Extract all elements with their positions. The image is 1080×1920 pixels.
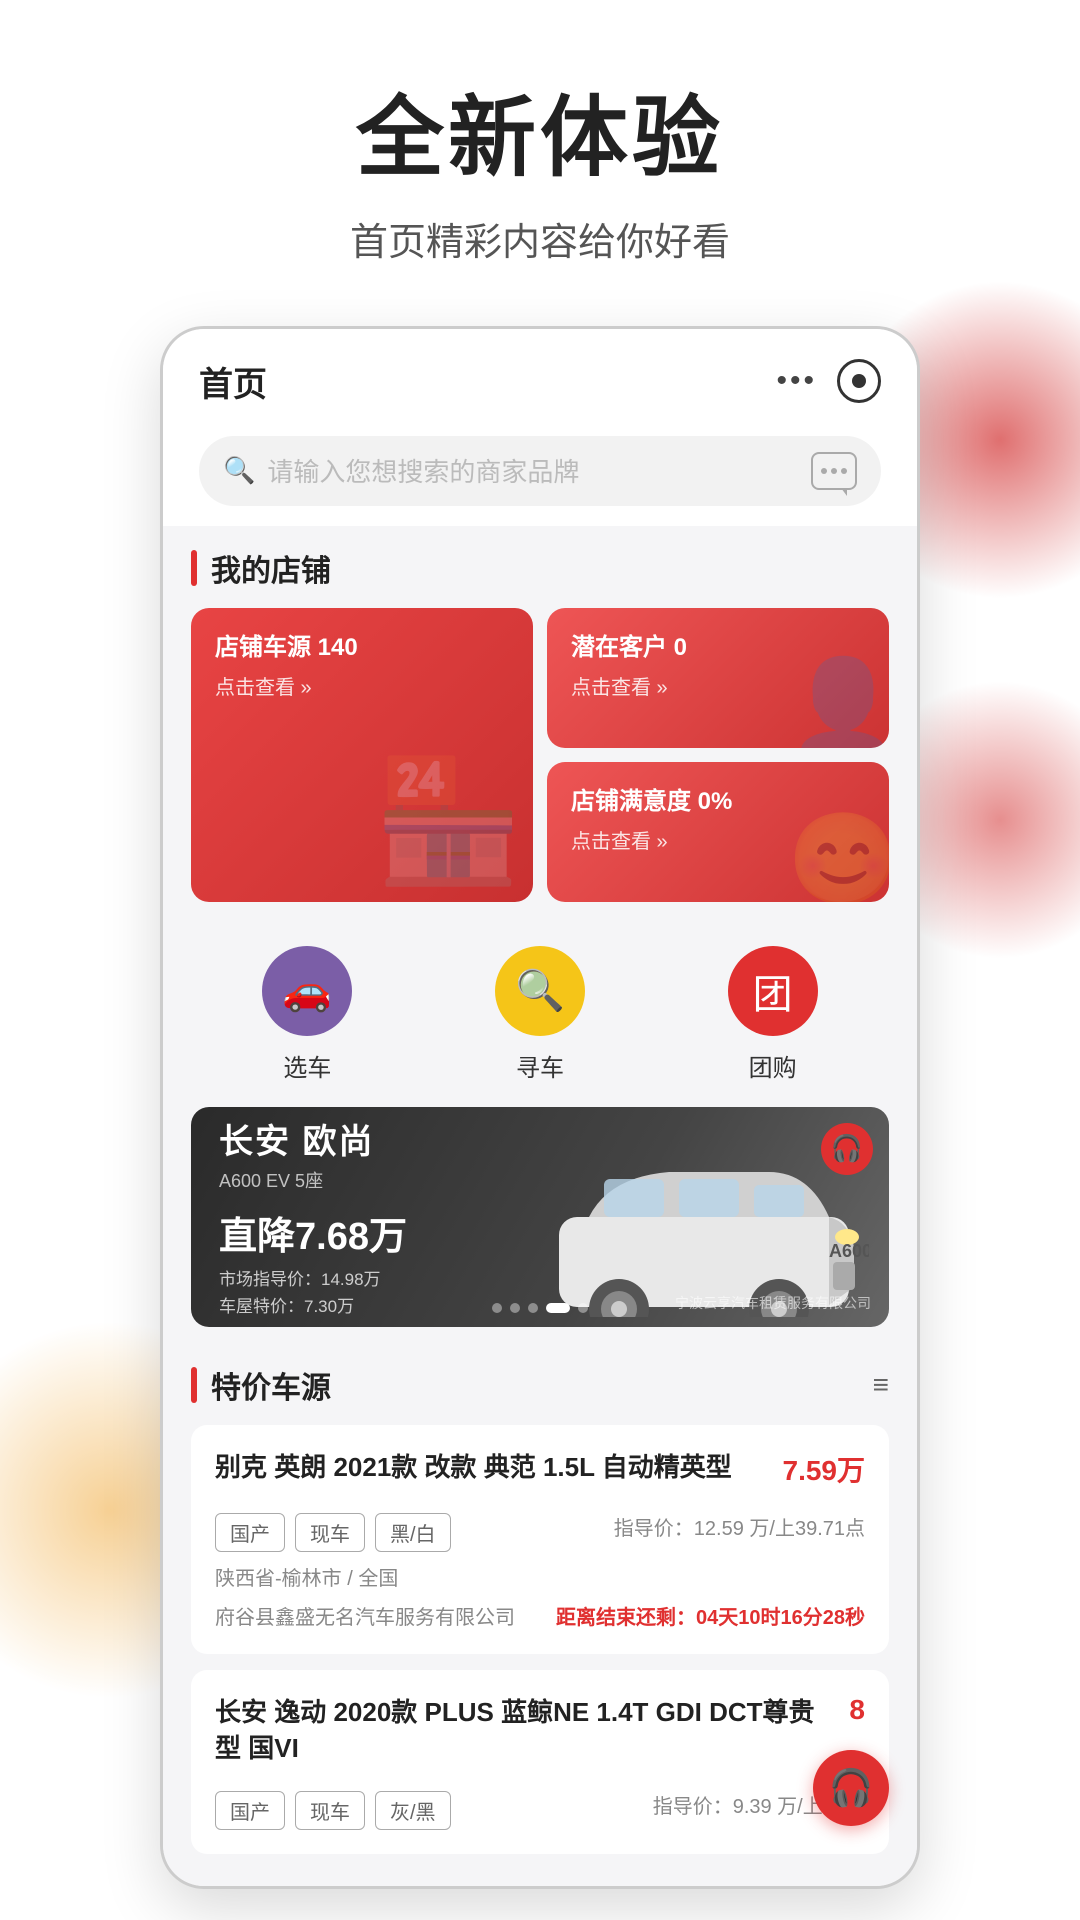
hero-title: 全新体验 <box>40 90 1040 187</box>
banner-model: A600 EV 5座 <box>219 1167 407 1193</box>
car-listing-1-top: 别克 英朗 2021款 改款 典范 1.5L 自动精英型 7.59万 <box>215 1449 865 1489</box>
tag-domestic-2: 国产 <box>215 1791 285 1830</box>
countdown-1: 距离结束还剩：04天10时16分28秒 <box>556 1601 865 1630</box>
page-title: 首页 <box>199 357 267 406</box>
quick-link-car-select[interactable]: 🚗 选车 <box>262 946 352 1083</box>
car-search-icon: 🔍 <box>495 946 585 1036</box>
car-listing-2-price: 8 <box>849 1694 865 1726</box>
car-listing-2-title: 长安 逸动 2020款 PLUS 蓝鲸NE 1.4T GDI DCT尊贵型 国V… <box>215 1694 837 1767</box>
hero-subtitle: 首页精彩内容给你好看 <box>40 211 1040 266</box>
group-buy-label: 团购 <box>749 1048 797 1083</box>
svg-text:A600: A600 <box>829 1241 869 1261</box>
car-listing-2[interactable]: 长安 逸动 2020款 PLUS 蓝鲸NE 1.4T GDI DCT尊贵型 国V… <box>191 1670 889 1854</box>
banner-dot-2 <box>510 1303 520 1313</box>
store-icon: 🏪 <box>374 752 523 892</box>
banner-dot-5 <box>578 1303 588 1313</box>
car-listing-1-tags: 国产 现车 黑/白 <box>215 1513 451 1552</box>
tag-domestic: 国产 <box>215 1513 285 1552</box>
my-store-title: 我的店铺 <box>211 546 331 590</box>
car-listing-1-location: 陕西省-榆林市 / 全国 <box>215 1562 865 1591</box>
car-select-icon: 🚗 <box>262 946 352 1036</box>
store-card-inventory-action: 点击查看 » <box>215 671 509 700</box>
banner-dot-1 <box>492 1303 502 1313</box>
chat-dot-3 <box>841 468 847 474</box>
store-card-inventory[interactable]: 店铺车源 140 点击查看 » 🏪 <box>191 608 533 902</box>
list-icon[interactable]: ≡ <box>873 1369 889 1401</box>
car-listing-1-price: 7.59万 <box>783 1449 866 1489</box>
car-image: A600 <box>529 1127 869 1317</box>
search-input[interactable]: 请输入您想搜索的商家品牌 <box>267 452 811 489</box>
tag-stock: 现车 <box>295 1513 365 1552</box>
banner-discount: 直降7.68万 <box>219 1205 407 1260</box>
bottom-headset-button[interactable]: 🎧 <box>813 1750 889 1826</box>
special-section-accent <box>191 1367 197 1403</box>
phone-wrapper: 首页 ••• 🔍 请输入您想搜索的商家品牌 <box>0 326 1080 1889</box>
banner-section: 🎧 长安 欧尚 A600 EV 5座 直降7.68万 市场指导价：14.98万 … <box>163 1107 917 1347</box>
special-header-left: 特价车源 <box>191 1363 331 1407</box>
search-section: 🔍 请输入您想搜索的商家品牌 <box>163 424 917 526</box>
tag-color-2: 灰/黑 <box>375 1791 451 1830</box>
car-select-label: 选车 <box>283 1048 331 1083</box>
banner-dot-3 <box>528 1303 538 1313</box>
banner-market-price: 市场指导价：14.98万 车屋特价：7.30万 <box>219 1266 407 1320</box>
banner-company: 宁波云享汽车租赁服务有限公司 <box>675 1293 871 1313</box>
hero-section: 全新体验 首页精彩内容给你好看 <box>0 0 1080 326</box>
car-listing-1-dealer: 府谷县鑫盛无名汽车服务有限公司 距离结束还剩：04天10时16分28秒 <box>215 1601 865 1630</box>
chat-dots <box>821 468 847 474</box>
car-listing-1[interactable]: 别克 英朗 2021款 改款 典范 1.5L 自动精英型 7.59万 国产 现车… <box>191 1425 889 1654</box>
headset-button[interactable]: 🎧 <box>821 1123 873 1175</box>
special-header: 特价车源 ≡ <box>191 1363 889 1407</box>
car-listing-2-tags: 国产 现车 灰/黑 <box>215 1791 451 1830</box>
car-search-label: 寻车 <box>516 1048 564 1083</box>
chat-dot-2 <box>831 468 837 474</box>
store-card-inventory-title: 店铺车源 140 <box>215 632 509 663</box>
chat-dot-1 <box>821 468 827 474</box>
banner-dot-4 <box>546 1303 570 1313</box>
chat-tail <box>841 488 847 496</box>
car-listing-2-top: 长安 逸动 2020款 PLUS 蓝鲸NE 1.4T GDI DCT尊贵型 国V… <box>215 1694 865 1767</box>
special-cars-section: 特价车源 ≡ 别克 英朗 2021款 改款 典范 1.5L 自动精英型 7.59… <box>163 1347 917 1886</box>
section-accent <box>191 550 197 586</box>
record-button[interactable] <box>837 359 881 403</box>
tag-color: 黑/白 <box>375 1513 451 1552</box>
satisfaction-icon: 😊 <box>787 807 889 902</box>
banner-pagination <box>492 1303 588 1313</box>
search-bar[interactable]: 🔍 请输入您想搜索的商家品牌 <box>199 436 881 506</box>
search-icon: 🔍 <box>223 455 255 486</box>
dealer-name-1: 府谷县鑫盛无名汽车服务有限公司 <box>215 1601 515 1630</box>
person-icon: 👤 <box>787 653 889 748</box>
group-buy-icon: 团 <box>728 946 818 1036</box>
my-store-header: 我的店铺 <box>191 546 889 590</box>
quick-link-car-search[interactable]: 🔍 寻车 <box>495 946 585 1083</box>
quick-links-section: 🚗 选车 🔍 寻车 团 团购 <box>163 922 917 1107</box>
car-banner[interactable]: 🎧 长安 欧尚 A600 EV 5座 直降7.68万 市场指导价：14.98万 … <box>191 1107 889 1327</box>
car-listing-1-title: 别克 英朗 2021款 改款 典范 1.5L 自动精英型 <box>215 1449 771 1485</box>
more-options-icon[interactable]: ••• <box>776 364 817 398</box>
store-card-satisfaction[interactable]: 店铺满意度 0% 点击查看 » 😊 <box>547 762 889 902</box>
header-icons: ••• <box>776 359 881 403</box>
phone-header: 首页 ••• <box>163 329 917 424</box>
banner-text: 长安 欧尚 A600 EV 5座 直降7.68万 市场指导价：14.98万 车屋… <box>191 1107 435 1327</box>
my-store-section: 我的店铺 店铺车源 140 点击查看 » 🏪 潜在客户 0 点击查看 » 👤 店… <box>163 526 917 922</box>
guide-price-1: 指导价：12.59 万/上39.71点 <box>614 1512 865 1541</box>
quick-link-group-buy[interactable]: 团 团购 <box>728 946 818 1083</box>
store-cards: 店铺车源 140 点击查看 » 🏪 潜在客户 0 点击查看 » 👤 店铺满意度 … <box>191 608 889 902</box>
tag-stock-2: 现车 <box>295 1791 365 1830</box>
banner-brand: 长安 欧尚 <box>219 1114 407 1163</box>
store-card-potential[interactable]: 潜在客户 0 点击查看 » 👤 <box>547 608 889 748</box>
chat-icon[interactable] <box>811 452 857 490</box>
special-section-title: 特价车源 <box>211 1363 331 1407</box>
record-inner <box>852 374 866 388</box>
phone-mockup: 首页 ••• 🔍 请输入您想搜索的商家品牌 <box>160 326 920 1889</box>
